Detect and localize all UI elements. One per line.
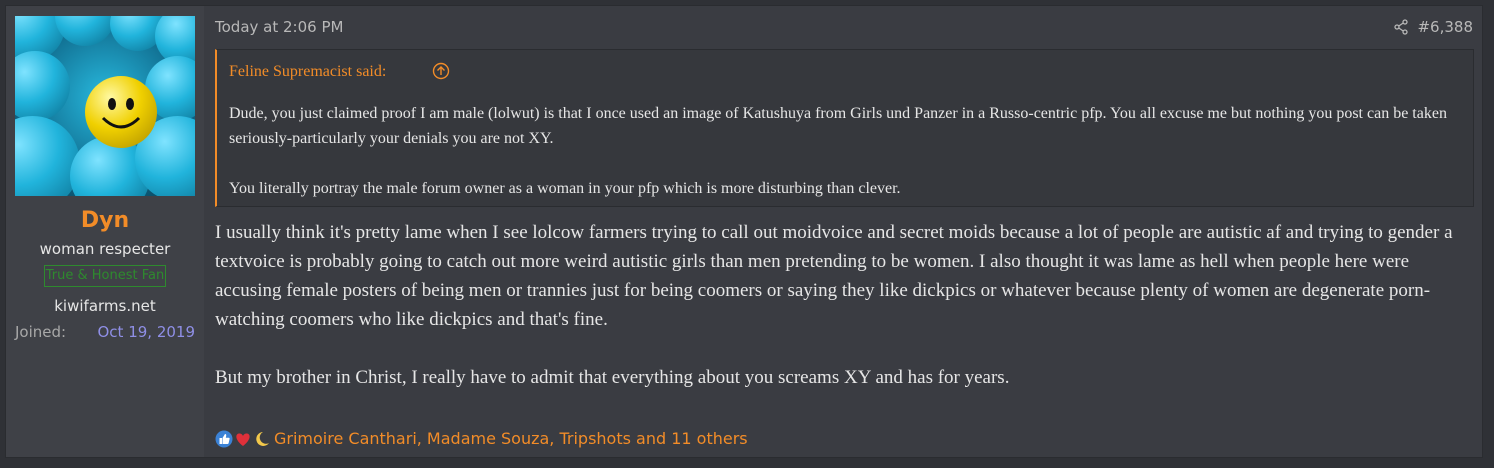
quote-author-link[interactable]: Feline Supremacist said: — [229, 63, 386, 81]
quote-body: Dude, you just claimed proof I am male (… — [229, 101, 1464, 201]
username[interactable]: Dyn — [6, 208, 204, 233]
user-site: kiwifarms.net — [54, 297, 156, 315]
post-number[interactable]: #6,388 — [1417, 18, 1473, 36]
moon-icon — [256, 432, 269, 446]
message-paragraph: But my brother in Christ, I really have … — [215, 367, 1010, 388]
post-main: Today at 2:06 PM #6,388 Feline Supremaci… — [204, 6, 1482, 457]
joined-label: Joined: — [15, 323, 67, 341]
user-banner: True & Honest Fan — [44, 265, 166, 287]
quote-block: Feline Supremacist said: Dude, you just … — [215, 49, 1474, 207]
message-paragraph: I usually think it's pretty lame when I … — [215, 222, 1453, 330]
heart-icon — [236, 433, 250, 446]
share-icon[interactable] — [1393, 19, 1409, 35]
reactions-list[interactable]: Grimoire Canthari, Madame Souza, Tripsho… — [274, 429, 748, 448]
message-body: I usually think it's pretty lame when I … — [215, 218, 1473, 392]
thumbs-up-icon — [215, 430, 233, 448]
reaction-icons[interactable] — [215, 430, 271, 448]
post-timestamp[interactable]: Today at 2:06 PM — [215, 18, 343, 36]
quote-paragraph: You literally portray the male forum own… — [229, 180, 901, 197]
quote-paragraph: Dude, you just claimed proof I am male (… — [229, 105, 1447, 147]
arrow-up-circle-icon[interactable] — [432, 62, 450, 80]
user-title: woman respecter — [39, 240, 171, 258]
post-container: Dyn woman respecter True & Honest Fan ki… — [5, 5, 1483, 458]
avatar[interactable] — [15, 16, 195, 196]
user-sidebar: Dyn woman respecter True & Honest Fan ki… — [6, 6, 204, 457]
joined-date: Oct 19, 2019 — [97, 323, 196, 341]
